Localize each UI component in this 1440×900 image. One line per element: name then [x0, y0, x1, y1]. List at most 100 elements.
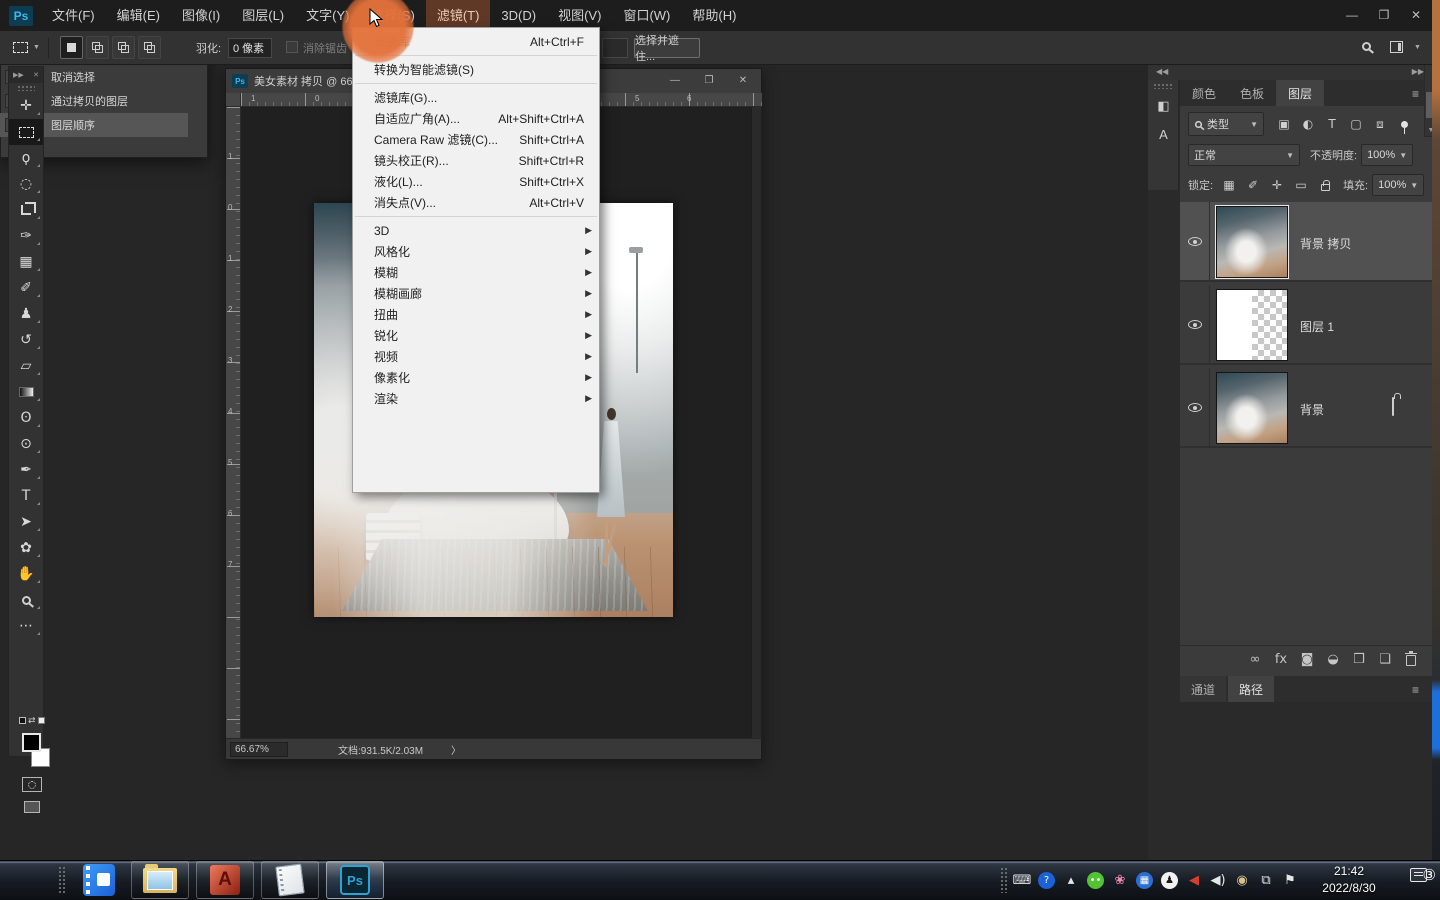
filter-menu-item-16[interactable]: 锐化▶	[353, 325, 599, 346]
type-tool[interactable]: T	[9, 483, 43, 509]
new-group-icon[interactable]: ❒	[1348, 649, 1370, 669]
notification-area[interactable]: ③	[1410, 866, 1436, 884]
taskbar-photoshop-app[interactable]: Ps	[326, 861, 384, 899]
flower-icon[interactable]: ❀	[1110, 869, 1130, 891]
filter-menu-item-13[interactable]: 模糊▶	[353, 262, 599, 283]
history-brush-tool[interactable]: ↺	[9, 327, 43, 353]
lock-image-icon[interactable]: ✐	[1241, 175, 1265, 195]
status-options-arrow[interactable]: 〉	[451, 742, 461, 757]
layer-visibility-toggle[interactable]	[1180, 285, 1210, 363]
filter-menu-item-11[interactable]: 3D▶	[353, 220, 599, 241]
tool-preset-chevron-icon[interactable]: ▼	[33, 44, 40, 51]
collapse-dock-left-icon[interactable]: ◀◀	[1156, 67, 1168, 76]
adjustment-layers-filter-icon[interactable]: ◐	[1296, 114, 1320, 134]
taskbar-autocad-app[interactable]: A	[196, 861, 254, 899]
zoom-tool[interactable]	[9, 587, 43, 613]
filter-menu-item-7[interactable]: 镜头校正(R)...Shift+Ctrl+R	[353, 150, 599, 171]
video-app-icon[interactable]: ▦	[1136, 872, 1153, 889]
close-panel-icon[interactable]: ✕	[33, 71, 39, 79]
panel-grip[interactable]	[17, 85, 35, 91]
search-icon[interactable]	[1362, 42, 1371, 51]
menubar-item-e[interactable]: 编辑(E)	[106, 0, 171, 31]
custom-shape-tool[interactable]: ✿	[9, 535, 43, 561]
screen-mode-button[interactable]	[24, 801, 40, 813]
properties-panel-icon[interactable]: ◧	[1148, 92, 1179, 120]
menubar-item-l[interactable]: 图层(L)	[231, 0, 295, 31]
workspace-icon[interactable]	[1390, 41, 1403, 53]
panel-tab-色板[interactable]: 色板	[1228, 80, 1276, 106]
action-center-icon[interactable]: ⚑	[1280, 869, 1300, 891]
filter-menu-item-12[interactable]: 风格化▶	[353, 241, 599, 262]
layer-row-背景[interactable]: 背景	[1180, 368, 1432, 448]
smart-object-filter-icon[interactable]: ⧈	[1368, 114, 1392, 134]
move-tool[interactable]: ✛	[9, 93, 43, 119]
show-hidden-icons[interactable]: ▴	[1061, 869, 1081, 891]
lock-all-icon[interactable]	[1313, 175, 1337, 195]
filter-menu-item-5[interactable]: 自适应广角(A)...Alt+Shift+Ctrl+A	[353, 108, 599, 129]
select-and-mask-button[interactable]: 选择并遮住...	[634, 38, 700, 58]
layer-thumbnail[interactable]	[1216, 289, 1288, 361]
dodge-tool[interactable]: ⊙	[9, 431, 43, 457]
layer-thumbnail[interactable]	[1216, 372, 1288, 444]
pixel-layers-filter-icon[interactable]: ▣	[1272, 114, 1296, 134]
fill-field[interactable]: 100% ▼	[1372, 174, 1424, 196]
layer-visibility-toggle[interactable]	[1180, 202, 1210, 280]
qq-icon[interactable]: ♟	[1161, 872, 1178, 889]
lasso-tool[interactable]: ϙ	[9, 145, 43, 171]
taskbar-notepad-app[interactable]	[261, 861, 319, 899]
filter-menu-item-9[interactable]: 消失点(V)...Alt+Ctrl+V	[353, 192, 599, 213]
filter-menu-item-2[interactable]: 转换为智能滤镜(S)	[353, 59, 599, 80]
new-selection-button[interactable]	[60, 36, 83, 59]
opacity-field[interactable]: 100% ▼	[1361, 144, 1413, 166]
link-layers-icon[interactable]: ∞	[1244, 649, 1266, 669]
filter-menu-item-8[interactable]: 液化(L)...Shift+Ctrl+X	[353, 171, 599, 192]
brush-tool[interactable]: ✐	[9, 275, 43, 301]
antialias-checkbox[interactable]	[286, 41, 298, 53]
type-layers-filter-icon[interactable]: T	[1320, 114, 1344, 134]
eyedropper-tool[interactable]: ✑	[9, 223, 43, 249]
height-input[interactable]	[602, 38, 628, 58]
workspace-chevron-icon[interactable]: ▼	[1414, 44, 1421, 51]
maximize-button[interactable]: ❐	[1368, 0, 1400, 30]
add-layer-mask-icon[interactable]: ◙	[1296, 649, 1318, 669]
rectangular-marquee-tool[interactable]	[9, 119, 43, 145]
document-scrollbar[interactable]	[751, 107, 761, 740]
tab-通道[interactable]: 通道	[1180, 676, 1226, 702]
swap-colors-icon[interactable]: ⇄	[19, 715, 45, 726]
layers-panel-menu-icon[interactable]: ≡	[1412, 87, 1419, 101]
foreground-color-swatch[interactable]	[22, 733, 41, 752]
shape-layers-filter-icon[interactable]: ▢	[1344, 114, 1368, 134]
feather-input[interactable]: 0 像素	[228, 38, 272, 58]
network-icon[interactable]: ⧉	[1256, 869, 1276, 891]
filter-menu-item-19[interactable]: 渲染▶	[353, 388, 599, 409]
collapse-dock-right-icon[interactable]: ▶▶	[1412, 67, 1424, 76]
layer-filter-dropdown[interactable]: 类型 ▼	[1188, 112, 1264, 136]
subtract-from-selection-button[interactable]	[112, 36, 135, 59]
tab-路径[interactable]: 路径	[1228, 676, 1274, 702]
eraser-tool[interactable]: ▱	[9, 353, 43, 379]
strip-grip[interactable]	[1153, 83, 1173, 89]
filter-menu-item-18[interactable]: 像素化▶	[353, 367, 599, 388]
filter-menu-item-6[interactable]: Camera Raw 滤镜(C)...Shift+Ctrl+A	[353, 129, 599, 150]
panel-tab-图层[interactable]: 图层	[1276, 80, 1324, 106]
taskbar-media-app[interactable]	[74, 861, 124, 899]
zoom-level-field[interactable]: 66.67%	[230, 742, 288, 757]
hand-tool[interactable]: ✋	[9, 561, 43, 587]
help-icon[interactable]: ?	[1038, 872, 1055, 889]
layer-thumbnail[interactable]	[1216, 206, 1288, 278]
layer-row-图层 1[interactable]: 图层 1	[1180, 285, 1432, 365]
filter-menu-item-15[interactable]: 扭曲▶	[353, 304, 599, 325]
mail-icon[interactable]: ◀	[1184, 869, 1204, 891]
lock-transparency-icon[interactable]: ▦	[1217, 175, 1241, 195]
menubar-item-f[interactable]: 文件(F)	[41, 0, 106, 31]
document-maximize-button[interactable]: ❐	[695, 71, 723, 90]
wechat-icon[interactable]: ••	[1087, 872, 1104, 889]
clone-stamp-tool[interactable]: ♟	[9, 301, 43, 327]
quick-mask-button[interactable]	[22, 777, 42, 792]
menubar-item-h[interactable]: 帮助(H)	[681, 0, 747, 31]
layer-styles-icon[interactable]: fx	[1270, 649, 1292, 669]
layer-visibility-toggle[interactable]	[1180, 368, 1210, 446]
add-to-selection-button[interactable]	[86, 36, 109, 59]
taskbar-clock[interactable]: 21:42 2022/8/30	[1304, 863, 1394, 897]
path-selection-tool[interactable]: ➤	[9, 509, 43, 535]
